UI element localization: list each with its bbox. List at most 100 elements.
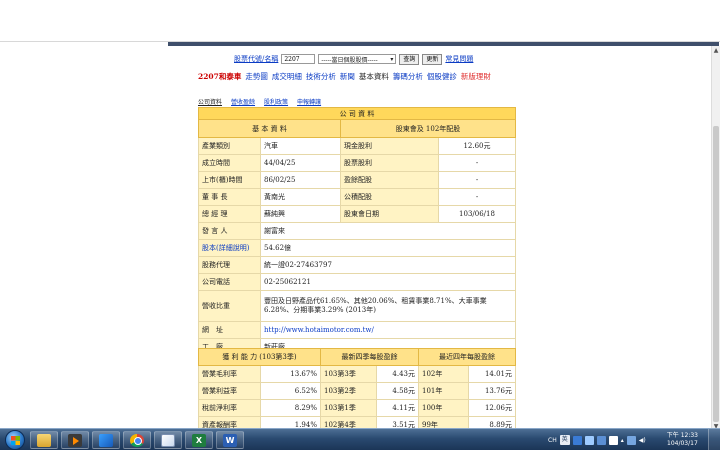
chevron-down-icon: ▾ (390, 55, 394, 63)
dividend-value: - (438, 188, 516, 206)
dividend-value: - (438, 154, 516, 172)
stock-code-label[interactable]: 股票代號/名稱 (234, 54, 278, 64)
dividend-value: 103/06/18 (438, 205, 516, 223)
scroll-up-arrow-icon[interactable]: ▲ (712, 46, 720, 56)
capital-link[interactable]: 股本(詳細說明) (198, 239, 261, 257)
scroll-thumb[interactable] (713, 126, 719, 422)
row-value: 黃南光 (260, 188, 341, 206)
clock-date: 104/03/17 (667, 440, 698, 447)
start-button[interactable] (5, 430, 25, 450)
company-url-link[interactable]: http://www.hotaimotor.com.tw/ (260, 321, 516, 339)
taskbar-paint[interactable] (154, 431, 182, 449)
year-eps: 14.01元 (468, 365, 516, 383)
ratio-label: 營業利益率 (198, 382, 261, 400)
table-row: 營收比重 豐田及日野產品代61.65%、其他20.06%、租賃事業8.71%、大… (198, 290, 516, 322)
revenue-value: 豐田及日野產品代61.65%、其他20.06%、租賃事業8.71%、大車事業6.… (260, 290, 516, 322)
tab-revenue[interactable]: 營收盈餘 (231, 97, 255, 106)
excel-icon: X (192, 433, 206, 447)
quote-type-value: -----當日個股股價----- (321, 56, 378, 64)
tab-dividend[interactable]: 股利政策 (264, 97, 288, 106)
help-icon[interactable] (608, 435, 618, 445)
faq-link[interactable]: 常見問題 (445, 54, 473, 64)
clock-time: 下午 12:33 (666, 432, 698, 439)
stock-search-bar: 股票代號/名稱 -----當日個股股價----- ▾ 查詢 更新 常見問題 (234, 53, 473, 65)
show-desktop-button[interactable] (708, 429, 720, 451)
nav-trades[interactable]: 成交明細 (272, 71, 302, 82)
year-label: 100年 (418, 399, 469, 417)
dividend-label: 現金股利 (340, 137, 439, 155)
windows-logo-icon (11, 436, 20, 445)
ratio-label: 營業毛利率 (198, 365, 261, 383)
quarter-eps: 4.58元 (376, 382, 419, 400)
table-row: 網 址 http://www.hotaimotor.com.tw/ (198, 321, 516, 339)
nav-chips[interactable]: 籌碼分析 (393, 71, 423, 82)
table-row: 總 經 理 蘇純興 股東會日期 103/06/18 (198, 205, 516, 223)
ime-mode-icon[interactable]: 英 (559, 435, 570, 445)
taskbar-word[interactable]: W (216, 431, 244, 449)
phone-value: 02-25062121 (260, 273, 516, 291)
earnings-table: 獲 利 能 力 (103第3季) 最新四季每股盈餘 最近四年每股盈餘 營業毛利率… (198, 348, 516, 434)
stock-nav: 2207和泰車 走勢圖 成交明細 技術分析 新聞 基本資料 籌碼分析 個股健診 … (198, 71, 491, 82)
sub-tabs: 公司資料 營收盈餘 股利政策 申報轉讓 (198, 97, 321, 106)
media-player-icon (68, 433, 82, 447)
taskbar-chrome[interactable] (123, 431, 151, 449)
dividend-value: 12.60元 (438, 137, 516, 155)
folder-icon (37, 433, 51, 447)
app-icon (99, 433, 113, 447)
nav-health-check[interactable]: 個股健診 (427, 71, 457, 82)
network-icon[interactable] (626, 435, 636, 445)
stock-code-input[interactable] (281, 54, 316, 64)
year-eps: 13.76元 (468, 382, 516, 400)
dividend-label: 公積配股 (340, 188, 439, 206)
table-row: 產業類別 汽車 現金股利 12.60元 (198, 137, 516, 155)
quarter-eps: 4.43元 (376, 365, 419, 383)
quarter-eps: 4.11元 (376, 399, 419, 417)
tab-company-info[interactable]: 公司資料 (198, 97, 222, 106)
url-label: 網 址 (198, 321, 261, 339)
taskbar-app[interactable] (92, 431, 120, 449)
table-row: 上市(櫃)時間 86/02/25 盈餘配股 - (198, 171, 516, 189)
taskbar-excel[interactable]: X (185, 431, 213, 449)
update-button[interactable]: 更新 (422, 53, 443, 65)
nav-technical[interactable]: 技術分析 (306, 71, 336, 82)
dividend-header: 股東會及 102年配股 (340, 119, 516, 138)
dividend-label: 盈餘配股 (340, 171, 439, 189)
nav-basic-info[interactable]: 基本資料 (359, 71, 389, 82)
ime-toolbar-icon[interactable] (584, 435, 594, 445)
taskbar-clock[interactable]: 下午 12:33 104/03/17 (667, 432, 698, 448)
page-scrollbar[interactable]: ▲ ▼ (711, 46, 720, 432)
volume-icon[interactable]: ◀) (639, 437, 646, 444)
phone-label: 公司電話 (198, 273, 261, 291)
nav-new-finance[interactable]: 新版理財 (461, 71, 491, 82)
table-row: 公司電話 02-25062121 (198, 273, 516, 291)
tray-expand-icon[interactable]: ▴ (621, 437, 624, 444)
query-button[interactable]: 查詢 (399, 53, 420, 65)
taskbar-media-player[interactable] (61, 431, 89, 449)
row-value: 86/02/25 (260, 171, 341, 189)
year-label: 101年 (418, 382, 469, 400)
nav-chart[interactable]: 走勢圖 (245, 71, 268, 82)
row-value: 蘇純興 (260, 205, 341, 223)
row-label: 總 經 理 (198, 205, 261, 223)
quarter-label: 103第3季 (320, 365, 377, 383)
nav-stock-name[interactable]: 2207和泰車 (198, 71, 241, 82)
system-tray: CH 英 ▴ ◀) (548, 432, 646, 448)
ratio-value: 8.29% (260, 399, 321, 417)
word-icon: W (223, 433, 237, 447)
ratio-value: 13.67% (260, 365, 321, 383)
quote-type-select[interactable]: -----當日個股股價----- ▾ (318, 54, 397, 64)
row-label: 董 事 長 (198, 188, 261, 206)
year-eps: 12.06元 (468, 399, 516, 417)
info-title: 公 司 資 料 (198, 107, 516, 120)
ime-pad-icon[interactable] (596, 435, 606, 445)
paint-icon (161, 433, 175, 447)
year-label: 102年 (418, 365, 469, 383)
revenue-label: 營收比重 (198, 290, 261, 322)
nav-news[interactable]: 新聞 (340, 71, 355, 82)
taskbar-explorer[interactable] (30, 431, 58, 449)
dividend-label: 股票股利 (340, 154, 439, 172)
ime-language[interactable]: CH (548, 437, 557, 444)
ime-settings-icon[interactable] (572, 435, 582, 445)
tab-transfer[interactable]: 申報轉讓 (297, 97, 321, 106)
company-info-table: 公 司 資 料 基 本 資 料 股東會及 102年配股 產業類別 汽車 現金股利… (198, 107, 516, 356)
